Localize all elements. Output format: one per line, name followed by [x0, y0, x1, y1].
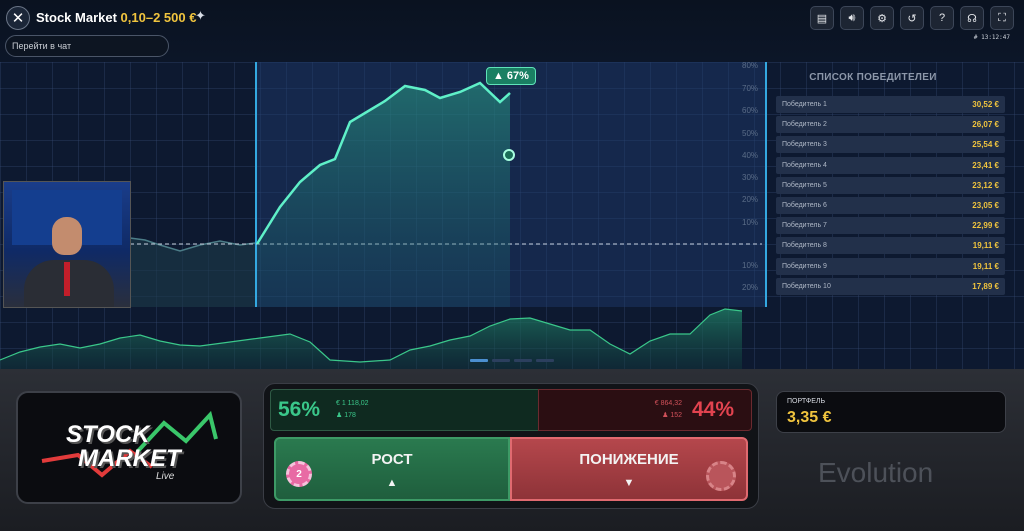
chat-icon[interactable]: ▤: [810, 6, 834, 30]
bet-range: 0,10–2 500 €: [120, 10, 197, 25]
down-percent: 44%: [692, 398, 735, 421]
winner-row: Победитель 2 26,07 €: [776, 116, 1005, 134]
winner-row: Победитель 6 23,05 €: [776, 196, 1005, 214]
arrow-up-icon: ▲: [493, 70, 504, 82]
fullscreen-icon[interactable]: ⛶: [990, 6, 1014, 30]
winners-title: СПИСОК ПОБЕДИТЕЛЕИ: [809, 72, 937, 83]
axis-label: 20%: [742, 283, 759, 292]
dealer-tie: [64, 262, 70, 296]
history-scroll-indicator[interactable]: [470, 359, 554, 362]
arrow-down-icon: ▼: [623, 477, 635, 489]
winner-row: Победитель 10 17,89 €: [776, 277, 1005, 295]
winner-row: Победитель 7 22,99 €: [776, 217, 1005, 235]
sound-icon[interactable]: 🔊︎: [840, 6, 864, 30]
percent-badge: ▲ 67%: [486, 67, 536, 85]
axis-label: 70%: [742, 84, 759, 93]
axis-label: 50%: [742, 129, 759, 138]
history-area: [130, 238, 255, 307]
title-text: Stock Market: [36, 10, 117, 25]
winner-row: Победитель 1 30,52 €: [776, 96, 1005, 113]
arrow-up-icon: ▲: [386, 477, 398, 489]
winner-row: Победитель 4 23,41 €: [776, 156, 1005, 174]
current-point-marker: [503, 149, 515, 161]
logo-text: Live: [156, 471, 175, 482]
axis-label: 10%: [742, 261, 759, 270]
logo-text: MARKET: [78, 445, 181, 472]
gear-icon[interactable]: ⚙: [870, 6, 894, 30]
dealer-video[interactable]: [3, 181, 131, 308]
winner-row: Победитель 8 19,11 €: [776, 237, 1005, 255]
axis-label: 30%: [742, 173, 759, 182]
pin-icon[interactable]: ✦: [195, 8, 206, 24]
down-amount: € 864,32: [654, 400, 682, 407]
up-players: ♟ 178: [336, 412, 356, 419]
headset-icon[interactable]: ☊: [960, 6, 984, 30]
round-time: # 13:12:47: [973, 34, 1010, 41]
up-label: РОСТ: [371, 451, 413, 468]
axis-label: 10%: [742, 218, 759, 227]
axis-label: 20%: [742, 195, 759, 204]
portfolio-balance: ПОРТФЕЛЬ 3,35 €: [776, 391, 1006, 433]
toolbar-icons: ▤ 🔊︎ ⚙ ↺ ? ☊ ⛶: [810, 6, 1014, 30]
game-logo: STOCK MARKET Live: [16, 391, 242, 504]
mini-area: [0, 309, 742, 369]
winner-row: Победитель 3 25,54 €: [776, 136, 1005, 154]
badge-value: 67%: [506, 70, 529, 82]
provider-logo: Evolution: [818, 457, 934, 488]
portfolio-value: 3,35 €: [787, 409, 832, 426]
top-bar: ✕ Stock Market 0,10–2 500 € ✦ ▤ 🔊︎ ⚙ ↺ ?…: [0, 0, 1024, 62]
dealer-head: [52, 217, 82, 255]
bet-up-button[interactable]: 2 РОСТ ▲: [274, 437, 510, 501]
round-area: [257, 83, 510, 307]
down-players: ♟ 152: [662, 412, 682, 419]
up-percent: 56%: [278, 398, 321, 421]
up-amount: € 1 118,02: [336, 400, 369, 407]
close-icon: ✕: [11, 9, 25, 27]
user-icon: ♟: [336, 412, 343, 419]
close-button[interactable]: ✕: [6, 6, 30, 30]
axis-label: 60%: [742, 106, 759, 115]
chat-input[interactable]: [5, 35, 169, 57]
portfolio-label: ПОРТФЕЛЬ: [787, 398, 826, 405]
user-icon: ♟: [662, 412, 669, 419]
axis-label: 40%: [742, 151, 759, 160]
winner-row: Победитель 5 23,12 €: [776, 176, 1005, 194]
chip-placeholder-icon: [706, 461, 736, 491]
controls-panel: STOCK MARKET Live 56% € 1 118,02 ♟ 178 €…: [0, 369, 1024, 531]
help-icon[interactable]: ?: [930, 6, 954, 30]
history-icon[interactable]: ↺: [900, 6, 924, 30]
bet-down-button[interactable]: ПОНИЖЕНИЕ ▼: [510, 437, 748, 501]
game-title: Stock Market 0,10–2 500 €: [36, 10, 196, 25]
axis-label: 80%: [742, 61, 759, 70]
winner-row: Победитель 9 19,11 €: [776, 257, 1005, 275]
winners-list: Победитель 1 30,52 € Победитель 2 26,07 € …: [776, 96, 1005, 298]
chart-area: 80% 70% 60% 50% 40% 30% 20% 10% 10% 20% …: [0, 61, 1024, 369]
